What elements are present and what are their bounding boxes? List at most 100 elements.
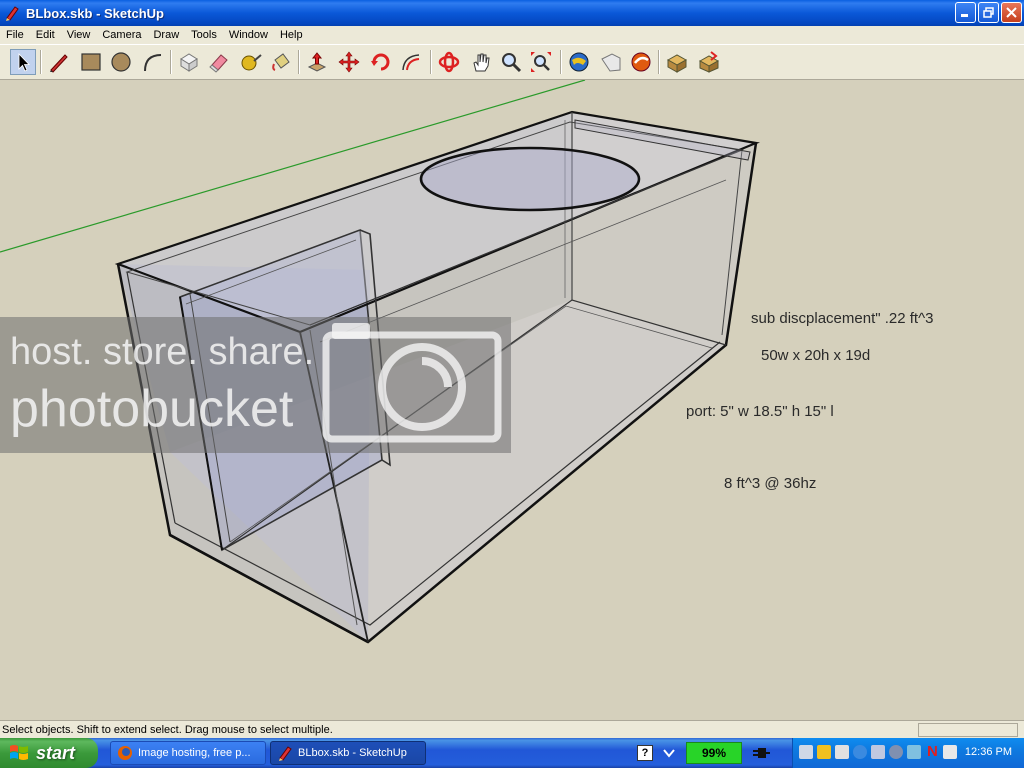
- arc-tool-icon: [144, 54, 162, 72]
- watermark-tagline: host. store. share.: [10, 331, 315, 373]
- dice-icon[interactable]: [835, 745, 849, 759]
- measurements-box[interactable]: [918, 723, 1018, 737]
- rotate-tool-button[interactable]: [368, 49, 394, 75]
- tape-measure-button[interactable]: [238, 49, 264, 75]
- get-models-icon: [666, 54, 688, 73]
- zoom-extents-icon: [531, 52, 551, 72]
- menu-bar: File Edit View Camera Draw Tools Window …: [0, 26, 1024, 44]
- zoom-extents-button[interactable]: [528, 49, 554, 75]
- title-bar[interactable]: BLbox.skb - SketchUp: [0, 0, 1024, 26]
- sketchup-app-icon: [6, 6, 19, 21]
- notepad-icon[interactable]: [943, 745, 957, 759]
- close-button[interactable]: [1001, 2, 1022, 23]
- display-icon[interactable]: [871, 745, 885, 759]
- select-tool-icon: [18, 53, 30, 72]
- note-port-dimensions: port: 5" w 18.5" h 15" l: [686, 403, 834, 420]
- eraser-tool-icon: [209, 54, 228, 73]
- status-bar: Select objects. Shift to extend select. …: [0, 720, 1024, 738]
- watermark-brand: photobucket: [10, 380, 294, 438]
- window-title: BLbox.skb - SketchUp: [26, 5, 164, 21]
- menu-tools[interactable]: Tools: [185, 29, 223, 41]
- photobucket-watermark: host. store. share. photobucket: [0, 317, 511, 453]
- taskbar-item-firefox[interactable]: Image hosting, free p...: [110, 741, 266, 765]
- restore-button[interactable]: [978, 2, 999, 23]
- firefox-icon: [118, 746, 132, 760]
- taskbar-item-label: BLbox.skb - SketchUp: [298, 747, 407, 759]
- status-text: Select objects. Shift to extend select. …: [2, 723, 333, 736]
- get-current-view-button[interactable]: [566, 49, 592, 75]
- help-icon[interactable]: ?: [637, 745, 653, 761]
- system-tray: N 12:36 PM: [792, 738, 1024, 768]
- get-current-view-icon: [569, 52, 589, 72]
- note-box-dimensions: 50w x 20h x 19d: [761, 347, 871, 364]
- menu-window[interactable]: Window: [223, 29, 274, 41]
- sync-icon[interactable]: [889, 745, 903, 759]
- model-viewport[interactable]: host. store. share. photobucket sub disc…: [0, 80, 1024, 720]
- battery-meter[interactable]: 99%: [686, 742, 742, 764]
- menu-view[interactable]: View: [61, 29, 97, 41]
- rectangle-tool-icon: [81, 53, 101, 71]
- tape-measure-icon: [241, 54, 262, 71]
- network-icon[interactable]: [799, 745, 813, 759]
- push-pull-icon: [307, 52, 327, 72]
- eraser-tool-button[interactable]: [206, 49, 232, 75]
- offset-tool-button[interactable]: [398, 49, 424, 75]
- note-tuning: 8 ft^3 @ 36hz: [724, 475, 817, 492]
- paint-bucket-button[interactable]: [268, 49, 294, 75]
- place-model-button[interactable]: [598, 49, 624, 75]
- offset-tool-icon: [402, 54, 420, 71]
- rectangle-tool-button[interactable]: [78, 49, 104, 75]
- norton-icon[interactable]: N: [927, 744, 941, 759]
- menu-draw[interactable]: Draw: [147, 29, 185, 41]
- paint-bucket-icon: [272, 53, 290, 71]
- share-component-icon: [698, 51, 720, 73]
- orbit-tool-button[interactable]: [436, 49, 462, 75]
- minimize-button[interactable]: [955, 2, 976, 23]
- zoom-tool-button[interactable]: [498, 49, 524, 75]
- toolbar: [0, 44, 1024, 80]
- push-pull-button[interactable]: [304, 49, 330, 75]
- arc-tool-button[interactable]: [140, 49, 166, 75]
- taskbar-item-sketchup[interactable]: BLbox.skb - SketchUp: [270, 741, 426, 765]
- move-tool-icon: [338, 51, 360, 73]
- taskbar-item-label: Image hosting, free p...: [138, 747, 251, 759]
- circle-tool-button[interactable]: [108, 49, 134, 75]
- menu-camera[interactable]: Camera: [96, 29, 147, 41]
- place-model-icon: [601, 53, 621, 72]
- move-tool-button[interactable]: [336, 49, 362, 75]
- start-label: start: [36, 742, 76, 763]
- windows-flag-icon: [10, 745, 28, 760]
- shield-icon[interactable]: [817, 745, 831, 759]
- clock[interactable]: 12:36 PM: [965, 746, 1012, 758]
- camera-logo-icon: [322, 323, 502, 443]
- pencil-tool-icon: [50, 54, 68, 73]
- rotate-tool-icon: [371, 53, 390, 71]
- chevron-down-icon[interactable]: [662, 747, 676, 759]
- select-tool-button[interactable]: [10, 49, 36, 75]
- pencil-tool-button[interactable]: [46, 49, 72, 75]
- close-icon: [1006, 7, 1017, 18]
- make-component-button[interactable]: [176, 49, 202, 75]
- subwoofer-cutout: [419, 146, 641, 212]
- share-model-button[interactable]: [628, 49, 654, 75]
- sketchup-taskbar-icon: [279, 746, 292, 761]
- share-component-button[interactable]: [696, 49, 722, 75]
- restore-icon: [983, 7, 994, 18]
- menu-help[interactable]: Help: [274, 29, 309, 41]
- get-models-button[interactable]: [664, 49, 690, 75]
- start-button[interactable]: start: [0, 738, 98, 768]
- note-sub-displacement: sub discplacement" .22 ft^3: [751, 310, 934, 327]
- minimize-icon: [961, 14, 968, 17]
- volume-icon[interactable]: [907, 745, 921, 759]
- power-plug-icon[interactable]: [752, 745, 770, 761]
- make-component-icon: [180, 53, 198, 72]
- pan-tool-button[interactable]: [468, 49, 494, 75]
- menu-edit[interactable]: Edit: [30, 29, 61, 41]
- circle-tool-icon: [111, 52, 131, 72]
- orbit-tool-icon: [438, 51, 460, 73]
- share-model-icon: [631, 52, 651, 72]
- pan-tool-icon: [473, 53, 490, 72]
- menu-file[interactable]: File: [0, 29, 30, 41]
- globe-icon[interactable]: [853, 745, 867, 759]
- sketchup-window: BLbox.skb - SketchUp File Edit View Came…: [0, 0, 1024, 768]
